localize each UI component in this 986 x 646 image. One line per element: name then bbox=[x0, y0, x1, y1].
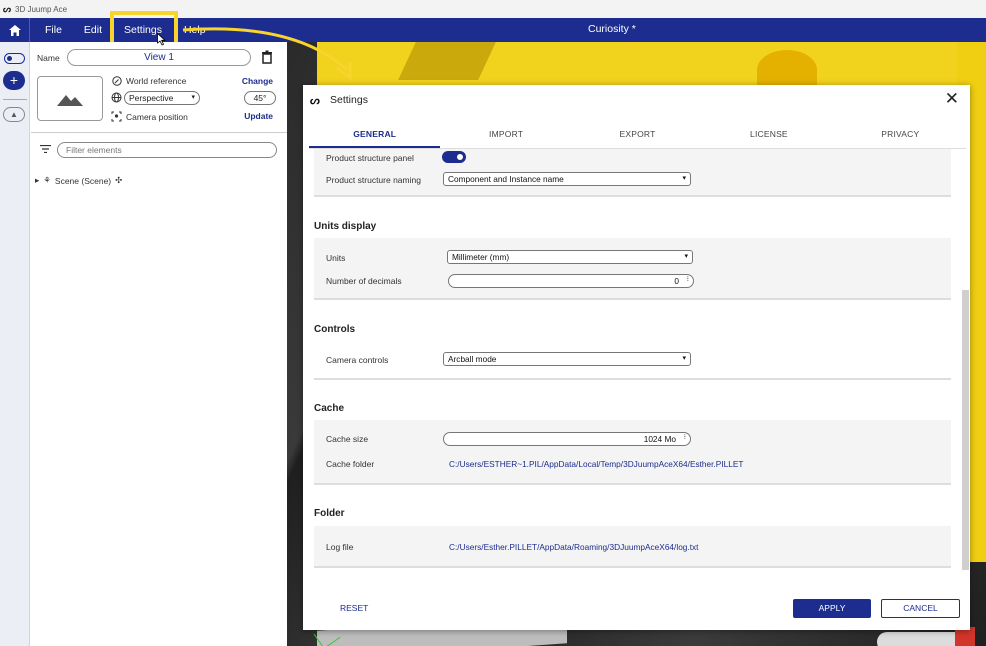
tab-general[interactable]: GENERAL bbox=[309, 123, 441, 148]
cache-size-value: 1024 Mo bbox=[643, 434, 676, 444]
spinner-icon[interactable]: ⁝ bbox=[687, 274, 689, 286]
camera-position-row: Camera position bbox=[111, 111, 188, 122]
update-link[interactable]: Update bbox=[244, 111, 273, 121]
tab-import[interactable]: IMPORT bbox=[440, 123, 571, 148]
dialog-title: Settings bbox=[330, 94, 368, 106]
scene-icon: ⚘ bbox=[43, 175, 51, 185]
view-thumbnail-icon[interactable]: ▲ bbox=[3, 107, 25, 122]
controls-section-title: Controls bbox=[314, 324, 356, 335]
view-panel: Name View 1 World reference Change Persp… bbox=[31, 42, 287, 646]
log-file-path[interactable]: C:/Users/Esther.PILLET/AppData/Roaming/3… bbox=[449, 542, 699, 552]
name-label: Name bbox=[37, 53, 60, 63]
chevron-down-icon: ▾ bbox=[682, 175, 686, 182]
app-logo-icon: ᔕ bbox=[3, 3, 12, 14]
cache-size-label: Cache size bbox=[326, 434, 369, 444]
apply-button[interactable]: APPLY bbox=[793, 599, 871, 618]
tree-item-label: Scene (Scene) bbox=[54, 175, 112, 186]
mouse-cursor-icon bbox=[157, 33, 166, 46]
camera-controls-value: Arcball mode bbox=[448, 354, 497, 364]
cache-section-title: Cache bbox=[314, 403, 345, 414]
document-title: Curiosity * bbox=[588, 23, 636, 35]
units-card: Units Millimeter (mm) ▾ Number of decima… bbox=[314, 238, 951, 300]
close-icon[interactable]: ✕ bbox=[945, 89, 959, 109]
cache-folder-label: Cache folder bbox=[326, 459, 375, 469]
trash-icon[interactable] bbox=[260, 50, 274, 64]
projection-select[interactable]: Perspective ▾ bbox=[124, 91, 200, 105]
decimals-label: Number of decimals bbox=[326, 276, 402, 286]
expand-arrow-icon[interactable]: ▸ bbox=[35, 175, 39, 186]
product-structure-naming-value: Component and Instance name bbox=[448, 174, 564, 184]
spinner-icon[interactable]: ⁝ bbox=[684, 432, 686, 444]
settings-dialog: ᔕ Settings ✕ GENERAL IMPORT EXPORT LICEN… bbox=[303, 85, 970, 630]
view-name-input[interactable]: View 1 bbox=[67, 49, 251, 66]
panel-toggle[interactable] bbox=[4, 53, 25, 64]
menu-edit[interactable]: Edit bbox=[73, 24, 113, 36]
reset-button[interactable]: RESET bbox=[340, 603, 368, 613]
cache-folder-path[interactable]: C:/Users/ESTHER~1.PIL/AppData/Local/Temp… bbox=[449, 459, 743, 469]
tab-export[interactable]: EXPORT bbox=[572, 123, 703, 148]
change-link[interactable]: Change bbox=[242, 76, 273, 86]
units-select[interactable]: Millimeter (mm) ▾ bbox=[447, 250, 693, 264]
scrollbar[interactable] bbox=[962, 290, 969, 570]
menu-file[interactable]: File bbox=[34, 24, 73, 36]
product-structure-panel-label: Product structure panel bbox=[326, 153, 414, 163]
globe-icon bbox=[111, 92, 122, 103]
folder-card: Log file C:/Users/Esther.PILLET/AppData/… bbox=[314, 526, 951, 568]
settings-tabs: GENERAL IMPORT EXPORT LICENSE PRIVACY bbox=[309, 123, 966, 149]
tree-item-scene[interactable]: ▸ ⚘ Scene (Scene) ✣ bbox=[35, 175, 126, 186]
camera-position-icon bbox=[111, 111, 122, 122]
product-structure-panel-toggle[interactable] bbox=[442, 151, 466, 163]
add-view-button[interactable]: + bbox=[3, 71, 25, 90]
units-label: Units bbox=[326, 253, 346, 263]
world-reference-label: World reference bbox=[126, 75, 187, 86]
model-part bbox=[757, 50, 817, 90]
cache-card: Cache size 1024 Mo ⁝ Cache folder C:/Use… bbox=[314, 420, 951, 485]
tab-privacy[interactable]: PRIVACY bbox=[835, 123, 966, 148]
chevron-down-icon: ▾ bbox=[682, 355, 686, 362]
camera-position-label: Camera position bbox=[126, 111, 188, 122]
menu-help[interactable]: Help bbox=[173, 24, 217, 36]
camera-controls-select[interactable]: Arcball mode ▾ bbox=[443, 352, 691, 366]
filter-input[interactable]: Filter elements bbox=[57, 142, 277, 158]
cache-size-stepper[interactable]: 1024 Mo ⁝ bbox=[443, 432, 691, 446]
home-button[interactable] bbox=[0, 18, 30, 42]
move-handle-icon[interactable]: ✣ bbox=[115, 175, 122, 186]
fov-stepper[interactable]: 45° bbox=[244, 91, 276, 105]
app-logo-icon: ᔕ bbox=[310, 95, 320, 107]
cancel-button[interactable]: CANCEL bbox=[881, 599, 960, 618]
filter-icon[interactable] bbox=[40, 145, 51, 153]
tab-license[interactable]: LICENSE bbox=[703, 123, 834, 148]
camera-controls-label: Camera controls bbox=[326, 355, 389, 365]
compass-icon bbox=[111, 75, 122, 86]
divider bbox=[3, 99, 27, 100]
product-structure-naming-label: Product structure naming bbox=[326, 175, 421, 185]
divider bbox=[31, 132, 287, 133]
log-file-label: Log file bbox=[326, 542, 354, 552]
landscape-icon bbox=[57, 94, 83, 106]
view-thumbnail[interactable] bbox=[37, 76, 103, 121]
left-toolbar: + ▲ bbox=[0, 42, 30, 646]
chevron-down-icon: ▾ bbox=[191, 94, 195, 101]
model-part bbox=[877, 632, 967, 646]
decimals-stepper[interactable]: 0 ⁝ bbox=[448, 274, 694, 288]
folder-section-title: Folder bbox=[314, 508, 345, 519]
units-value: Millimeter (mm) bbox=[452, 252, 510, 262]
product-structure-naming-select[interactable]: Component and Instance name ▾ bbox=[443, 172, 691, 186]
home-icon bbox=[8, 24, 21, 36]
controls-card: Camera controls Arcball mode ▾ bbox=[314, 341, 951, 380]
app-title: 3D Juump Ace bbox=[15, 4, 68, 14]
units-section-title: Units display bbox=[314, 221, 377, 232]
product-structure-card: Product structure panel Product structur… bbox=[314, 149, 951, 197]
chevron-down-icon: ▾ bbox=[684, 253, 688, 260]
world-reference-row: World reference bbox=[111, 75, 186, 86]
decimals-value: 0 bbox=[674, 276, 679, 286]
projection-value: Perspective bbox=[129, 93, 174, 103]
